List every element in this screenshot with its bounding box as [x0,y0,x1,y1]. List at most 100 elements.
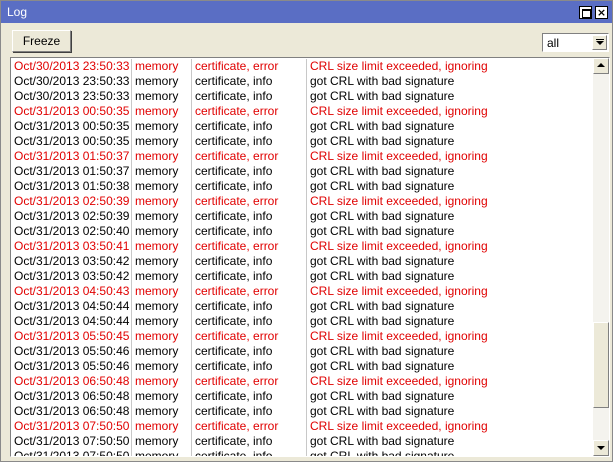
vertical-scrollbar[interactable] [593,58,609,456]
log-time: Oct/31/2013 02:50:39 [11,209,132,224]
close-button[interactable]: × [595,6,608,19]
log-row[interactable]: Oct/31/2013 05:50:45 memory certificate, e… [11,329,593,344]
scroll-track[interactable] [593,74,609,440]
log-buffer: memory [132,104,192,119]
log-time: Oct/31/2013 01:50:37 [11,164,132,179]
log-row[interactable]: Oct/30/2013 23:50:33 memory certificate, i… [11,89,593,104]
log-topics: certificate, error [192,239,307,254]
log-buffer: memory [132,419,192,434]
log-buffer: memory [132,284,192,299]
log-buffer: memory [132,299,192,314]
log-topics: certificate, info [192,449,307,456]
log-topics: certificate, info [192,134,307,149]
log-row[interactable]: Oct/31/2013 07:50:50 memory certificate, i… [11,449,593,456]
scroll-up-icon[interactable] [593,58,609,74]
log-buffer: memory [132,149,192,164]
log-message: CRL size limit exceeded, ignoring [310,239,488,253]
log-topics: certificate, error [192,194,307,209]
log-row[interactable]: Oct/31/2013 02:50:40 memory certificate, i… [11,224,593,239]
log-time: Oct/31/2013 04:50:44 [11,299,132,314]
log-row[interactable]: Oct/31/2013 00:50:35 memory certificate, i… [11,119,593,134]
log-time: Oct/31/2013 06:50:48 [11,404,132,419]
log-buffer: memory [132,179,192,194]
scroll-down-icon[interactable] [593,440,609,456]
log-row[interactable]: Oct/30/2013 23:50:33 memory certificate, e… [11,59,593,74]
log-time: Oct/31/2013 03:50:41 [11,239,132,254]
log-topics: certificate, info [192,224,307,239]
log-time: Oct/31/2013 05:50:46 [11,344,132,359]
log-message: CRL size limit exceeded, ignoring [310,194,488,208]
log-row[interactable]: Oct/30/2013 23:50:33 memory certificate, i… [11,74,593,89]
log-row[interactable]: Oct/31/2013 00:50:35 memory certificate, i… [11,134,593,149]
log-time: Oct/31/2013 07:50:50 [11,449,132,456]
dropdown-arrow-icon[interactable] [592,35,607,50]
log-row[interactable]: Oct/31/2013 05:50:46 memory certificate, i… [11,344,593,359]
log-topics: certificate, info [192,119,307,134]
filter-value: all [547,36,560,50]
log-time: Oct/31/2013 01:50:38 [11,179,132,194]
title-bar[interactable]: Log × [1,1,612,23]
log-topics: certificate, info [192,89,307,104]
log-message: got CRL with bad signature [310,389,455,403]
log-topics: certificate, error [192,59,307,74]
log-row[interactable]: Oct/31/2013 02:50:39 memory certificate, i… [11,209,593,224]
log-row[interactable]: Oct/31/2013 03:50:42 memory certificate, i… [11,254,593,269]
log-topics: certificate, info [192,299,307,314]
log-row[interactable]: Oct/31/2013 06:50:48 memory certificate, e… [11,374,593,389]
log-row[interactable]: Oct/31/2013 01:50:37 memory certificate, i… [11,164,593,179]
log-buffer: memory [132,119,192,134]
log-time: Oct/31/2013 05:50:46 [11,359,132,374]
log-topics: certificate, info [192,179,307,194]
log-row[interactable]: Oct/31/2013 02:50:39 memory certificate, e… [11,194,593,209]
log-message: got CRL with bad signature [310,89,455,103]
log-row[interactable]: Oct/31/2013 00:50:35 memory certificate, e… [11,104,593,119]
log-row[interactable]: Oct/31/2013 07:50:50 memory certificate, e… [11,419,593,434]
log-message: got CRL with bad signature [310,269,455,283]
log-row[interactable]: Oct/31/2013 07:50:50 memory certificate, i… [11,434,593,449]
log-time: Oct/31/2013 03:50:42 [11,269,132,284]
log-row[interactable]: Oct/31/2013 04:50:44 memory certificate, i… [11,299,593,314]
log-topics: certificate, error [192,329,307,344]
scroll-thumb[interactable] [593,322,609,408]
log-buffer: memory [132,164,192,179]
toolbar: Freeze all [1,23,612,57]
log-buffer: memory [132,314,192,329]
log-buffer: memory [132,329,192,344]
log-topics: certificate, info [192,359,307,374]
log-buffer: memory [132,389,192,404]
log-message: CRL size limit exceeded, ignoring [310,284,488,298]
log-message: got CRL with bad signature [310,209,455,223]
log-buffer: memory [132,404,192,419]
log-message: CRL size limit exceeded, ignoring [310,374,488,388]
maximize-button[interactable] [579,6,592,19]
log-buffer: memory [132,449,192,456]
log-message: got CRL with bad signature [310,134,455,148]
log-message: CRL size limit exceeded, ignoring [310,59,488,73]
log-row[interactable]: Oct/31/2013 01:50:38 memory certificate, i… [11,179,593,194]
log-message: got CRL with bad signature [310,344,455,358]
log-topics: certificate, error [192,104,307,119]
log-topics: certificate, info [192,269,307,284]
log-row[interactable]: Oct/31/2013 04:50:43 memory certificate, e… [11,284,593,299]
log-message: got CRL with bad signature [310,164,455,178]
log-time: Oct/30/2013 23:50:33 [11,89,132,104]
log-buffer: memory [132,209,192,224]
log-time: Oct/31/2013 03:50:42 [11,254,132,269]
filter-dropdown[interactable]: all [542,33,609,52]
log-row[interactable]: Oct/31/2013 05:50:46 memory certificate, i… [11,359,593,374]
log-row[interactable]: Oct/31/2013 04:50:44 memory certificate, i… [11,314,593,329]
log-row[interactable]: Oct/31/2013 01:50:37 memory certificate, e… [11,149,593,164]
log-row[interactable]: Oct/31/2013 03:50:41 memory certificate, e… [11,239,593,254]
log-time: Oct/31/2013 06:50:48 [11,374,132,389]
log-window: Log × Freeze all Oct/30/2013 23:50:33 mem… [0,0,613,462]
log-buffer: memory [132,59,192,74]
log-row[interactable]: Oct/31/2013 06:50:48 memory certificate, i… [11,389,593,404]
log-row[interactable]: Oct/31/2013 06:50:48 memory certificate, i… [11,404,593,419]
log-row[interactable]: Oct/31/2013 03:50:42 memory certificate, i… [11,269,593,284]
log-time: Oct/31/2013 00:50:35 [11,134,132,149]
log-topics: certificate, error [192,284,307,299]
log-buffer: memory [132,374,192,389]
freeze-button[interactable]: Freeze [12,30,71,52]
log-list[interactable]: Oct/30/2013 23:50:33 memory certificate, e… [10,57,610,457]
log-topics: certificate, info [192,389,307,404]
